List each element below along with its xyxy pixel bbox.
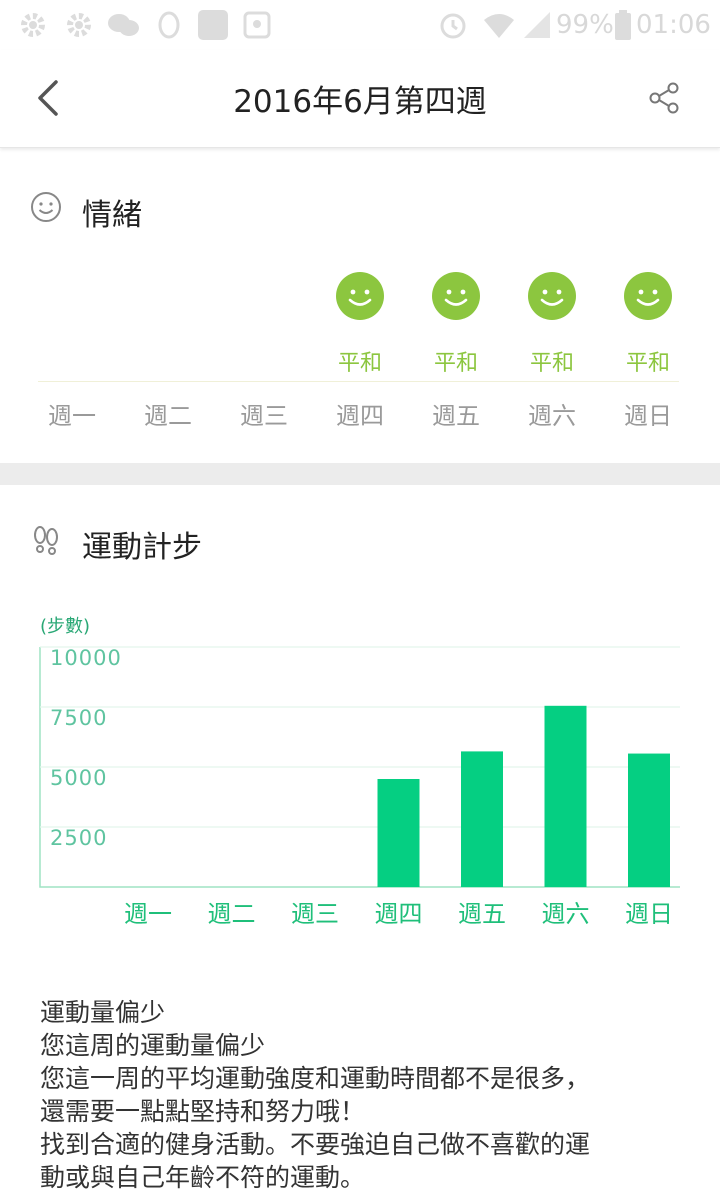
gear-icon [67,13,91,37]
summary-line: 找到合適的健身活動。不要強迫自己做不喜歡的運 [40,1130,591,1159]
mood-day-label: 週五 [432,402,480,430]
mood-day-label: 週二 [144,402,192,430]
alarm-icon [440,13,466,39]
mood-label: 平和 [625,351,670,376]
mood-label: 平和 [337,351,382,376]
wifi-icon [484,14,514,38]
chart-y-label: (步數) [40,616,91,637]
chat-icon [108,14,139,36]
summary-line: 動或與自己年齡不符的運動。 [40,1163,366,1192]
steps-title: 運動計步 [82,530,202,565]
chart-x-tick-label: 週五 [458,900,506,928]
chart-bar [628,753,670,887]
mood-day-label: 週四 [336,402,384,430]
battery-percent: 99% [556,10,614,40]
summary-line: 您這周的運動量偏少 [40,1031,266,1060]
smiley-face-icon [432,272,480,320]
page-title: 2016年6月第四週 [233,84,487,120]
chart-x-tick-label: 週二 [207,900,256,928]
app-icon [243,11,271,39]
signal-icon [524,12,550,38]
smiley-face-icon [336,272,384,320]
chart-bar [461,751,503,887]
chart-x-tick-label: 週六 [541,900,590,928]
chart-x-tick-label: 週三 [291,900,339,928]
chart-bar [544,705,587,887]
chart-y-tick-label: 7500 [50,706,108,730]
mood-label: 平和 [433,351,478,376]
summary-text: 運動量偏少您這周的運動量偏少您這一周的平均運動強度和運動時間都不是很多， 還需要一… [40,996,700,1194]
smiley-face-icon [528,272,576,320]
status-bar: 99% 01:06 [0,0,720,50]
mood-title: 情緒 [82,198,142,233]
clock-time: 01:06 [636,10,711,40]
chart-axis-frame [39,647,680,888]
mood-day-label: 週日 [624,402,672,430]
mood-day-label: 週一 [48,402,96,430]
section-divider [0,463,720,485]
mood-day-label: 週六 [528,402,576,430]
chart-bar [377,779,420,887]
footprints-icon [34,526,58,555]
chart-x-tick-label: 週日 [625,900,673,928]
share-icon[interactable] [646,80,682,116]
chart-y-tick-label: 2500 [50,826,108,850]
chart-y-tick-label: 5000 [50,766,108,790]
chart-y-tick-label: 10000 [50,646,122,670]
battery-icon [615,10,631,40]
mood-label: 平和 [529,351,574,376]
summary-line: 您這一周的平均運動強度和運動時間都不是很多， [40,1064,591,1093]
smiley-outline-icon [31,192,61,222]
smiley-face-icon [624,272,672,320]
app-header: 2016年6月第四週 [0,50,720,148]
summary-line: 運動量偏少 [40,998,166,1027]
chart-x-tick-label: 週一 [124,900,172,928]
chart-x-tick-label: 週四 [374,900,423,928]
summary-line: 還需要一點點堅持和努力哦！ [40,1097,366,1126]
app-icon [198,10,228,40]
penguin-icon [158,11,180,39]
mood-divider [38,381,679,382]
gear-icon [21,13,45,37]
mood-day-label: 週三 [240,402,288,430]
